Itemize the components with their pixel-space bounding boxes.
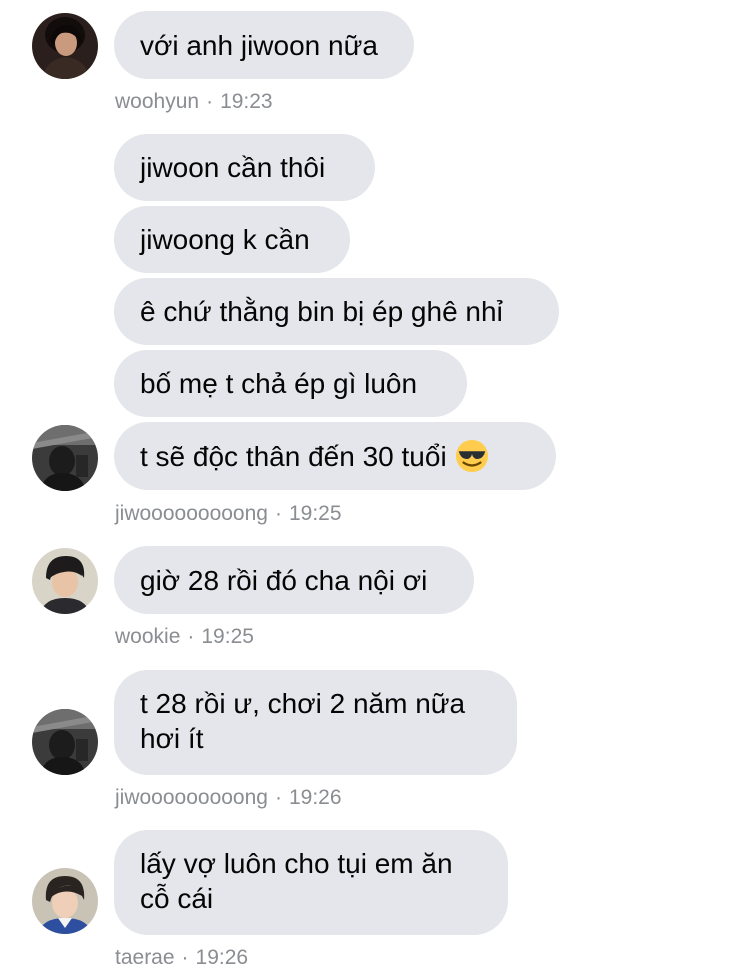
message-bubble[interactable]: với anh jiwoon nữa [114,11,414,79]
message-bubble[interactable]: t 28 rồi ư, chơi 2 năm nữa hơi ít [114,670,517,775]
sender-name[interactable]: taerae [115,946,175,969]
meta-separator: · [274,502,282,525]
message-text: lấy vợ luôn cho tụi em ăn cỗ cái [140,848,453,914]
message-meta: jiwooooooooong · 19:25 [115,502,342,526]
message-bubble[interactable]: jiwoong k cần [114,206,350,273]
meta-separator: · [181,946,189,969]
message-meta: woohyun · 19:23 [115,90,273,114]
avatar-jiwooooooooong[interactable] [32,709,98,775]
message-meta: wookie · 19:25 [115,625,254,649]
avatar-photo [32,868,98,934]
avatar-wookie[interactable] [32,548,98,614]
timestamp: 19:26 [288,786,342,809]
message-text: bố mẹ t chả ép gì luôn [140,368,418,399]
message-bubble[interactable]: lấy vợ luôn cho tụi em ăn cỗ cái [114,830,508,935]
avatar-photo [32,13,98,79]
message-text: ê chứ thằng bin bị ép ghê nhỉ [140,296,503,327]
meta-separator: · [206,90,214,113]
chat-thread[interactable]: với anh jiwoon nữa woohyun · 19:23 jiwoon … [0,0,750,979]
timestamp: 19:26 [195,946,249,969]
avatar-photo [32,709,98,775]
message-text-content: t sẽ độc thân đến 30 tuổi [140,440,447,472]
message-meta: taerae · 19:26 [115,946,248,970]
message-bubble[interactable]: ê chứ thằng bin bị ép ghê nhỉ [114,278,559,345]
message-bubble[interactable]: bố mẹ t chả ép gì luôn [114,350,467,417]
sender-name[interactable]: woohyun [115,90,199,113]
timestamp: 19:25 [288,502,342,525]
message-text: với anh jiwoon nữa [140,29,378,61]
smiling-face-with-sunglasses-icon [455,440,488,473]
message-bubble[interactable]: jiwoon cần thôi [114,134,375,201]
sender-name[interactable]: wookie [115,625,180,648]
avatar-jiwooooooooong[interactable] [32,425,98,491]
sender-name[interactable]: jiwooooooooong [115,786,268,809]
meta-separator: · [274,786,282,809]
message-text: t sẽ độc thân đến 30 tuổi [140,439,489,474]
sender-name[interactable]: jiwooooooooong [115,502,268,525]
message-text: t 28 rồi ư, chơi 2 năm nữa hơi ít [140,688,466,754]
meta-separator: · [187,625,195,648]
avatar-photo [32,425,98,491]
message-bubble[interactable]: t sẽ độc thân đến 30 tuổi [114,422,556,490]
timestamp: 19:23 [220,90,273,113]
avatar-taerae[interactable] [32,868,98,934]
message-text: giờ 28 rồi đó cha nội ơi [140,564,428,596]
avatar-photo [32,548,98,614]
timestamp: 19:25 [201,625,254,648]
message-text: jiwoon cần thôi [140,152,326,183]
avatar-woohyun[interactable] [32,13,98,79]
message-bubble[interactable]: giờ 28 rồi đó cha nội ơi [114,546,474,614]
message-text: jiwoong k cần [140,224,310,255]
message-meta: jiwooooooooong · 19:26 [115,786,342,810]
